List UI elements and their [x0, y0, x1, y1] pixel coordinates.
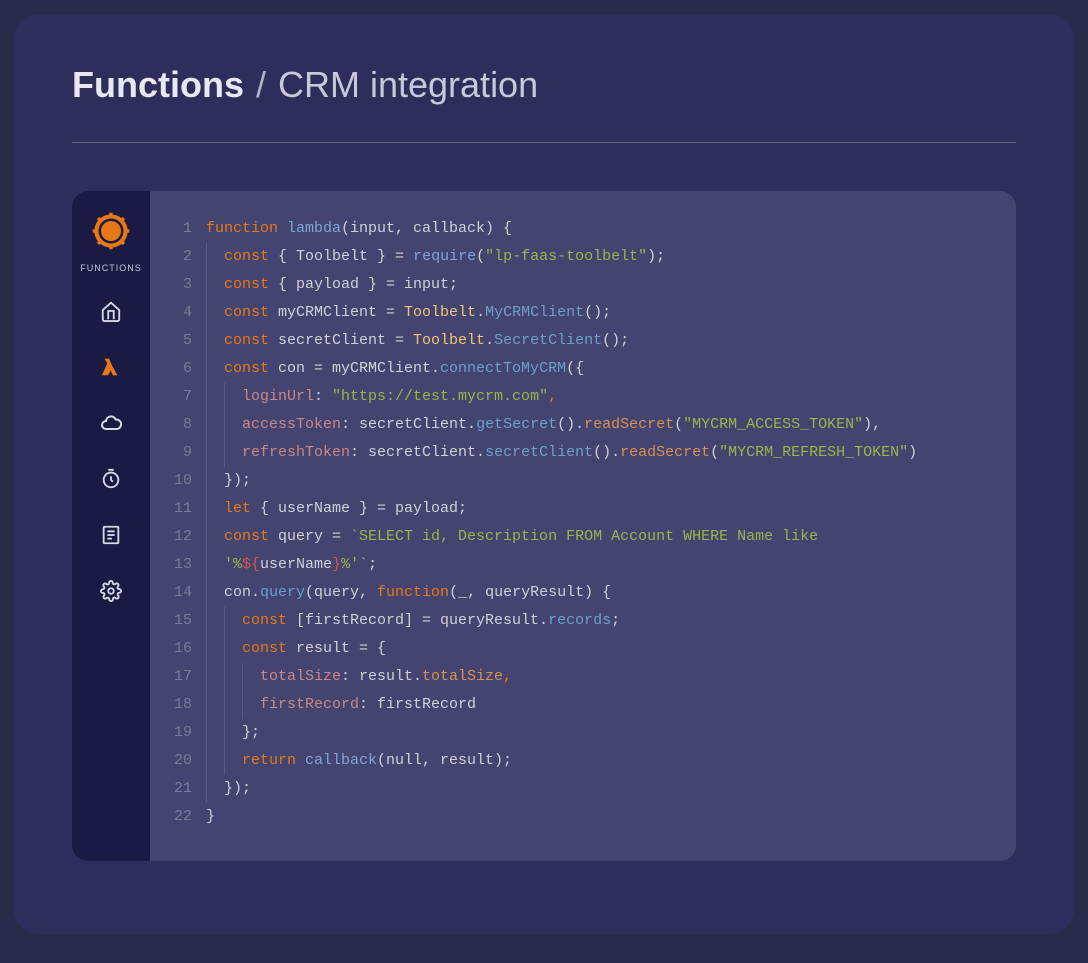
- nav-home-icon[interactable]: [87, 287, 135, 335]
- line-number: 19: [150, 719, 192, 747]
- line-number: 3: [150, 271, 192, 299]
- line-number: 5: [150, 327, 192, 355]
- code-line[interactable]: accessToken: secretClient.getSecret().re…: [206, 411, 996, 439]
- sidebar: FUNCTIONS: [72, 191, 150, 861]
- code-line[interactable]: totalSize: result.totalSize,: [206, 663, 996, 691]
- line-number: 14: [150, 579, 192, 607]
- sidebar-logo-label: FUNCTIONS: [80, 263, 142, 273]
- code-line[interactable]: con.query(query, function(_, queryResult…: [206, 579, 996, 607]
- code-line[interactable]: loginUrl: "https://test.mycrm.com",: [206, 383, 996, 411]
- code-line[interactable]: const secretClient = Toolbelt.SecretClie…: [206, 327, 996, 355]
- line-number: 12: [150, 523, 192, 551]
- code-line[interactable]: function lambda(input, callback) {: [206, 215, 996, 243]
- breadcrumb-root[interactable]: Functions: [72, 64, 244, 106]
- code-line[interactable]: const query = `SELECT id, Description FR…: [206, 523, 996, 551]
- code-line[interactable]: });: [206, 775, 996, 803]
- code-line[interactable]: const { payload } = input;: [206, 271, 996, 299]
- editor-panel: FUNCTIONS 123456789101112131415161718192…: [72, 191, 1016, 861]
- code-line[interactable]: refreshToken: secretClient.secretClient(…: [206, 439, 996, 467]
- nav-schedule-icon[interactable]: [87, 455, 135, 503]
- code-line[interactable]: firstRecord: firstRecord: [206, 691, 996, 719]
- breadcrumb-separator: /: [256, 64, 266, 106]
- code-line[interactable]: }: [206, 803, 996, 831]
- code-line[interactable]: const { Toolbelt } = require("lp-faas-to…: [206, 243, 996, 271]
- code-line[interactable]: let { userName } = payload;: [206, 495, 996, 523]
- line-number: 18: [150, 691, 192, 719]
- breadcrumb-page: CRM integration: [278, 64, 538, 106]
- line-numbers: 12345678910111213141516171819202122: [150, 215, 206, 837]
- code-line[interactable]: return callback(null, result);: [206, 747, 996, 775]
- line-number: 10: [150, 467, 192, 495]
- code-editor[interactable]: 12345678910111213141516171819202122 func…: [150, 191, 1016, 861]
- line-number: 21: [150, 775, 192, 803]
- line-number: 8: [150, 411, 192, 439]
- line-number: 6: [150, 355, 192, 383]
- main-card: Functions / CRM integration FUNCTIONS: [14, 14, 1074, 934]
- line-number: 22: [150, 803, 192, 831]
- line-number: 9: [150, 439, 192, 467]
- code-line[interactable]: const [firstRecord] = queryResult.record…: [206, 607, 996, 635]
- line-number: 7: [150, 383, 192, 411]
- line-number: 15: [150, 607, 192, 635]
- line-number: 16: [150, 635, 192, 663]
- code-line[interactable]: const con = myCRMClient.connectToMyCRM({: [206, 355, 996, 383]
- code-line[interactable]: });: [206, 467, 996, 495]
- line-number: 11: [150, 495, 192, 523]
- nav-lambda-icon[interactable]: [87, 343, 135, 391]
- line-number: 13: [150, 551, 192, 579]
- line-number: 20: [150, 747, 192, 775]
- line-number: 1: [150, 215, 192, 243]
- line-number: 4: [150, 299, 192, 327]
- code-line[interactable]: };: [206, 719, 996, 747]
- code-line[interactable]: '%${userName}%'`;: [206, 551, 996, 579]
- code-line[interactable]: const myCRMClient = Toolbelt.MyCRMClient…: [206, 299, 996, 327]
- nav-settings-icon[interactable]: [87, 567, 135, 615]
- divider: [72, 142, 1016, 143]
- functions-logo-icon: [89, 209, 133, 253]
- nav-cloud-icon[interactable]: [87, 399, 135, 447]
- breadcrumb: Functions / CRM integration: [72, 64, 1016, 106]
- code-line[interactable]: const result = {: [206, 635, 996, 663]
- line-number: 2: [150, 243, 192, 271]
- nav-logs-icon[interactable]: [87, 511, 135, 559]
- line-number: 17: [150, 663, 192, 691]
- code-content[interactable]: function lambda(input, callback) {const …: [206, 215, 1016, 837]
